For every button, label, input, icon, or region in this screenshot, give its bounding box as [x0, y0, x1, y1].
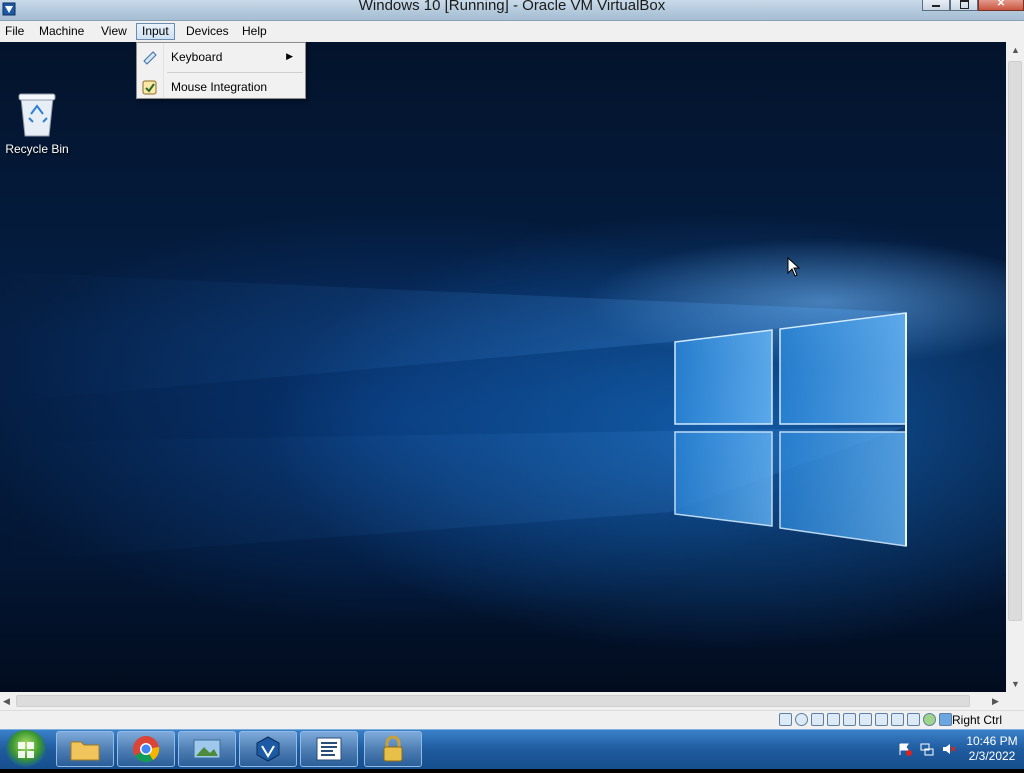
- window-title: Windows 10 [Running] - Oracle VM Virtual…: [358, 0, 666, 14]
- minimize-icon: [932, 5, 940, 7]
- scrollbar-corner: [1006, 692, 1024, 710]
- menu-view[interactable]: View: [96, 23, 132, 40]
- network-tray-icon[interactable]: [920, 742, 934, 756]
- taskbar-chrome[interactable]: [117, 731, 175, 767]
- host-key-label: Right Ctrl: [951, 713, 1002, 727]
- menubar: File Machine View Input Devices Help: [0, 21, 1024, 43]
- recycle-bin-shortcut[interactable]: Recycle Bin: [5, 90, 69, 160]
- network-icon[interactable]: [827, 713, 840, 726]
- lock-icon: [383, 735, 403, 762]
- scroll-up-icon[interactable]: ▲: [1011, 44, 1020, 56]
- chrome-icon: [133, 736, 160, 763]
- scroll-left-icon[interactable]: ◀: [3, 695, 10, 707]
- display-icon[interactable]: [875, 713, 888, 726]
- audio-icon[interactable]: [811, 713, 824, 726]
- vertical-scroll-thumb[interactable]: [1008, 61, 1022, 621]
- menu-file[interactable]: File: [0, 23, 29, 40]
- menu-input[interactable]: Input: [136, 23, 175, 40]
- virtualization-icon[interactable]: [907, 713, 920, 726]
- recycle-bin-label: Recycle Bin: [5, 142, 69, 156]
- close-icon: ✕: [996, 0, 1006, 9]
- scroll-right-icon[interactable]: ▶: [992, 695, 999, 707]
- taskbar-clock[interactable]: 10:46 PM 2/3/2022: [960, 734, 1024, 764]
- vm-statusbar: Right Ctrl: [0, 710, 1024, 730]
- maximize-button[interactable]: [950, 0, 978, 11]
- mouse-integration-status-icon[interactable]: [923, 713, 936, 726]
- horizontal-scroll-thumb[interactable]: [16, 695, 970, 707]
- video-capture-icon[interactable]: [891, 713, 904, 726]
- menu-separator: [167, 72, 303, 73]
- host-taskbar: 10:46 PM 2/3/2022: [0, 729, 1024, 769]
- virtualbox-icon: [256, 736, 280, 762]
- folder-icon: [70, 741, 100, 761]
- taskbar-virtualbox[interactable]: [239, 731, 297, 767]
- mouse-cursor-icon: [787, 257, 801, 277]
- hard-disk-icon[interactable]: [779, 713, 792, 726]
- start-button[interactable]: [6, 730, 46, 768]
- menu-item-mouse-integration[interactable]: Mouse Integration: [137, 74, 305, 100]
- minimize-button[interactable]: [922, 0, 950, 11]
- status-indicators: [779, 713, 952, 726]
- close-button[interactable]: ✕: [978, 0, 1024, 11]
- menu-machine[interactable]: Machine: [34, 23, 89, 40]
- maximize-icon: [959, 0, 969, 9]
- input-menu-dropdown: Keyboard ▶ Mouse Integration: [136, 42, 306, 99]
- clock-time: 10:46 PM: [966, 734, 1018, 748]
- menu-item-keyboard[interactable]: Keyboard ▶: [137, 44, 305, 70]
- taskbar-photos[interactable]: [178, 731, 236, 767]
- keyboard-label: Keyboard: [171, 50, 223, 64]
- vertical-scrollbar[interactable]: ▲ ▼: [1006, 42, 1024, 692]
- usb-icon[interactable]: [843, 713, 856, 726]
- keyboard-icon: [143, 51, 157, 65]
- volume-muted-icon[interactable]: [942, 742, 956, 756]
- recycle-bin-icon: [18, 93, 56, 137]
- taskbar-file-explorer[interactable]: [56, 731, 114, 767]
- optical-drive-icon[interactable]: [795, 713, 808, 726]
- mouse-integration-icon: [142, 80, 157, 95]
- mouse-integration-label: Mouse Integration: [171, 80, 268, 94]
- window-controls: ✕: [922, 0, 1024, 12]
- menu-devices[interactable]: Devices: [181, 23, 234, 40]
- photos-icon: [193, 739, 221, 759]
- clock-date: 2/3/2022: [968, 749, 1016, 763]
- windows-start-icon: [18, 742, 34, 758]
- horizontal-scrollbar[interactable]: ◀ ▶: [0, 692, 1006, 710]
- windows-logo-wallpaper: [0, 272, 907, 562]
- scroll-down-icon[interactable]: ▼: [1011, 678, 1020, 690]
- taskbar-notepad[interactable]: [300, 731, 358, 767]
- document-icon: [316, 737, 342, 761]
- shared-folders-icon[interactable]: [859, 713, 872, 726]
- system-tray: [898, 742, 956, 756]
- action-center-flag-icon[interactable]: [898, 742, 912, 756]
- window-titlebar[interactable]: Windows 10 [Running] - Oracle VM Virtual…: [0, 0, 1024, 21]
- host-key-arrow-icon[interactable]: [939, 713, 952, 726]
- taskbar-lock-app[interactable]: [364, 731, 422, 767]
- submenu-arrow-icon: ▶: [286, 51, 293, 61]
- guest-desktop[interactable]: Recycle Bin: [0, 42, 1006, 692]
- menu-help[interactable]: Help: [237, 23, 272, 40]
